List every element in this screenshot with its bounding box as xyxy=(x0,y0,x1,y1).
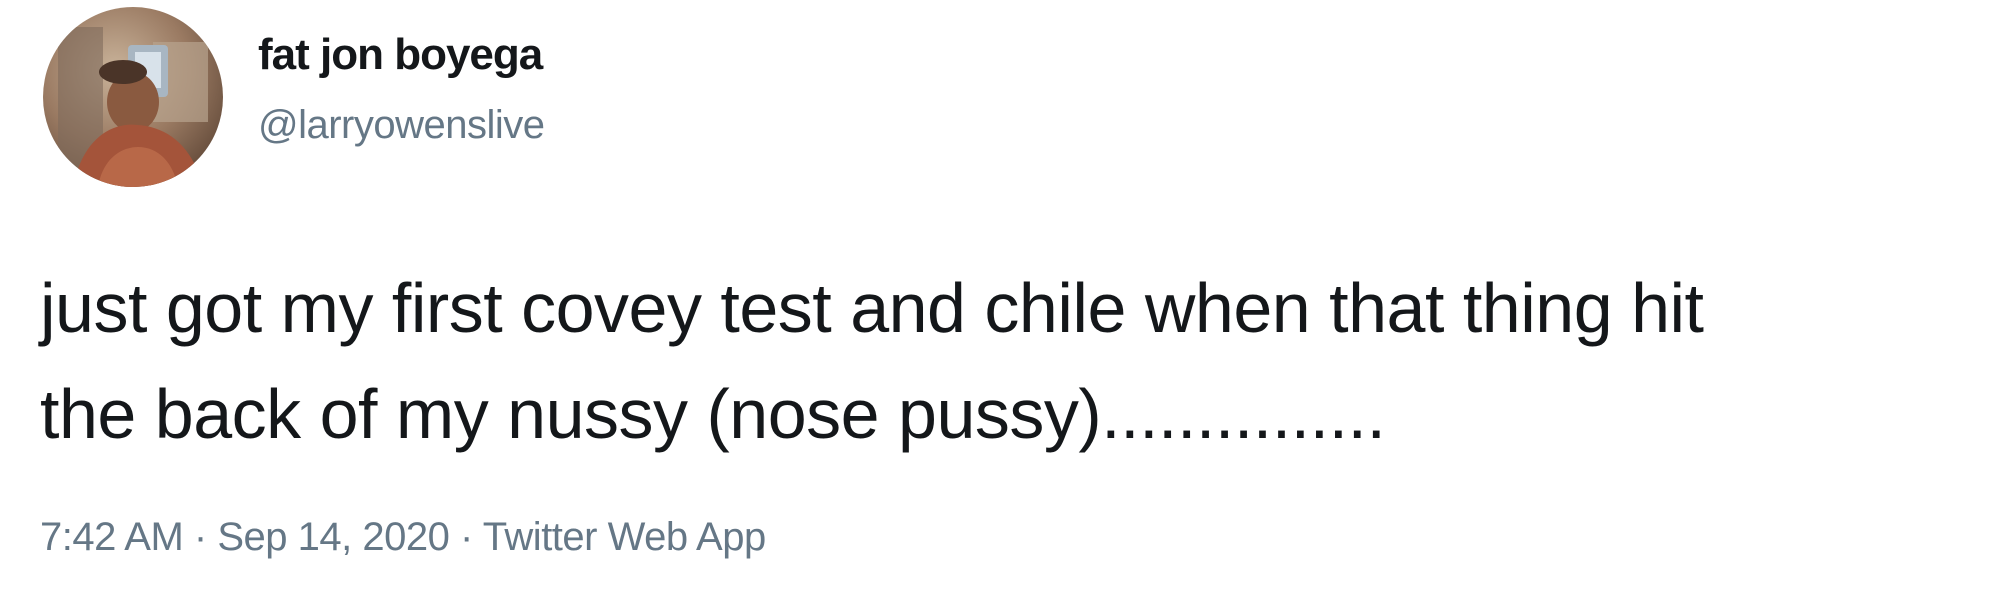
user-avatar-icon xyxy=(43,7,223,187)
tweet-card: fat jon boyega @larryowenslive just got … xyxy=(0,0,2000,600)
tweet-text-line: just got my first covey test and chile w… xyxy=(40,269,1704,347)
tweet-text-line: the back of my nussy (nose pussy).......… xyxy=(40,375,1386,453)
tweet-text: just got my first covey test and chile w… xyxy=(40,255,1990,467)
author-handle[interactable]: @larryowenslive xyxy=(258,103,545,148)
avatar[interactable] xyxy=(43,7,223,187)
meta-separator: · xyxy=(459,515,473,559)
meta-separator: · xyxy=(193,515,207,559)
tweet-meta: 7:42 AM · Sep 14, 2020 · Twitter Web App xyxy=(40,515,766,560)
tweet-time-link[interactable]: 7:42 AM xyxy=(40,515,184,559)
tweet-date-link[interactable]: Sep 14, 2020 xyxy=(217,515,450,559)
author-display-name[interactable]: fat jon boyega xyxy=(258,30,543,80)
tweet-source-link[interactable]: Twitter Web App xyxy=(483,515,767,559)
